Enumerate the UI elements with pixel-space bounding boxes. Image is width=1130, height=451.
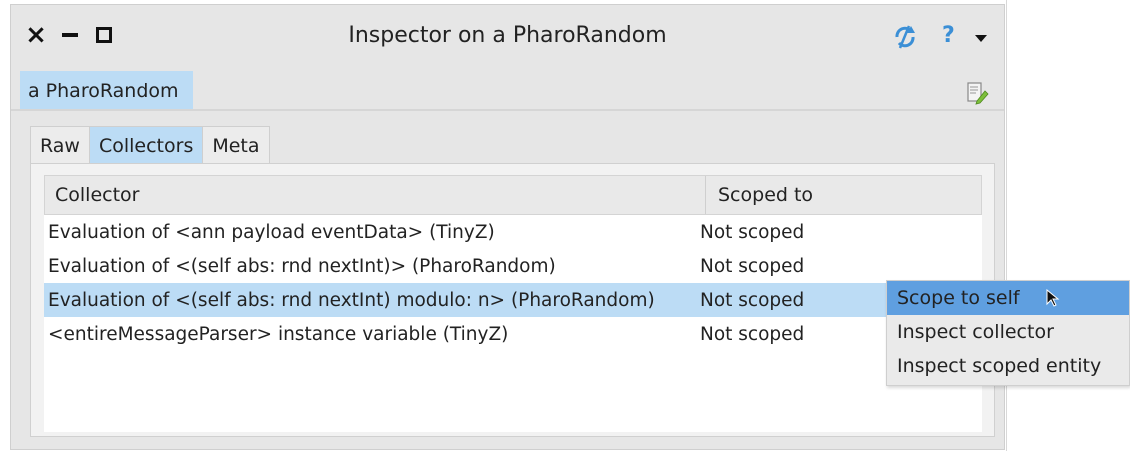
tab-raw[interactable]: Raw [30, 126, 90, 164]
tab-collectors[interactable]: Collectors [88, 126, 204, 164]
table-row-selected[interactable]: Evaluation of <(self abs: rnd nextInt) m… [44, 283, 982, 317]
window-title: Inspector on a PharoRandom [348, 23, 667, 48]
page-tab-label: a PharoRandom [28, 80, 179, 102]
tab-meta[interactable]: Meta [202, 126, 270, 164]
tab-collectors-label: Collectors [98, 134, 194, 157]
context-menu: Scope to self Inspect collector Inspect … [886, 280, 1130, 386]
menu-item-label: Inspect collector [897, 321, 1054, 343]
titlebar: × Inspector on a PharoRandom ? [11, 5, 1004, 67]
menu-arrow-icon[interactable] [975, 35, 987, 42]
page-tab[interactable]: a PharoRandom [20, 71, 193, 111]
scoped-to-cell: Not scoped [700, 255, 805, 277]
refresh-icon[interactable] [891, 23, 919, 51]
scoped-to-cell: Not scoped [700, 323, 805, 345]
tab-meta-label: Meta [212, 134, 260, 157]
mouse-cursor-icon [1046, 289, 1060, 307]
column-header-collector[interactable]: Collector [55, 176, 139, 214]
scoped-to-cell: Not scoped [700, 221, 805, 243]
collector-cell: Evaluation of <(self abs: rnd nextInt) m… [48, 289, 655, 311]
subtab-bar: Raw Collectors Meta [30, 126, 270, 164]
menu-item-label: Scope to self [897, 287, 1020, 309]
table-row[interactable]: <entireMessageParser> instance variable … [44, 317, 982, 351]
column-header-scoped-to[interactable]: Scoped to [705, 176, 995, 214]
tab-raw-label: Raw [40, 134, 80, 157]
collector-cell: <entireMessageParser> instance variable … [48, 323, 509, 345]
menu-item-scope-to-self[interactable]: Scope to self [887, 281, 1129, 315]
edit-icon[interactable] [965, 81, 989, 105]
inspector-window: × Inspector on a PharoRandom ? a PharoRa… [10, 4, 1005, 450]
collectors-table: Collector Scoped to Evaluation of <ann p… [44, 175, 982, 432]
collector-cell: Evaluation of <ann payload eventData> (T… [48, 221, 495, 243]
collectors-panel: Collector Scoped to Evaluation of <ann p… [30, 163, 995, 437]
table-header: Collector Scoped to [44, 175, 982, 215]
menu-item-label: Inspect scoped entity [897, 355, 1102, 377]
tab-strip-divider [11, 109, 1004, 111]
table-row[interactable]: Evaluation of <(self abs: rnd nextInt)> … [44, 249, 982, 283]
menu-item-inspect-collector[interactable]: Inspect collector [887, 315, 1129, 349]
table-row[interactable]: Evaluation of <ann payload eventData> (T… [44, 215, 982, 249]
collector-cell: Evaluation of <(self abs: rnd nextInt)> … [48, 255, 556, 277]
menu-item-inspect-scoped-entity[interactable]: Inspect scoped entity [887, 349, 1129, 383]
help-icon[interactable]: ? [942, 23, 955, 48]
scoped-to-cell: Not scoped [700, 289, 805, 311]
